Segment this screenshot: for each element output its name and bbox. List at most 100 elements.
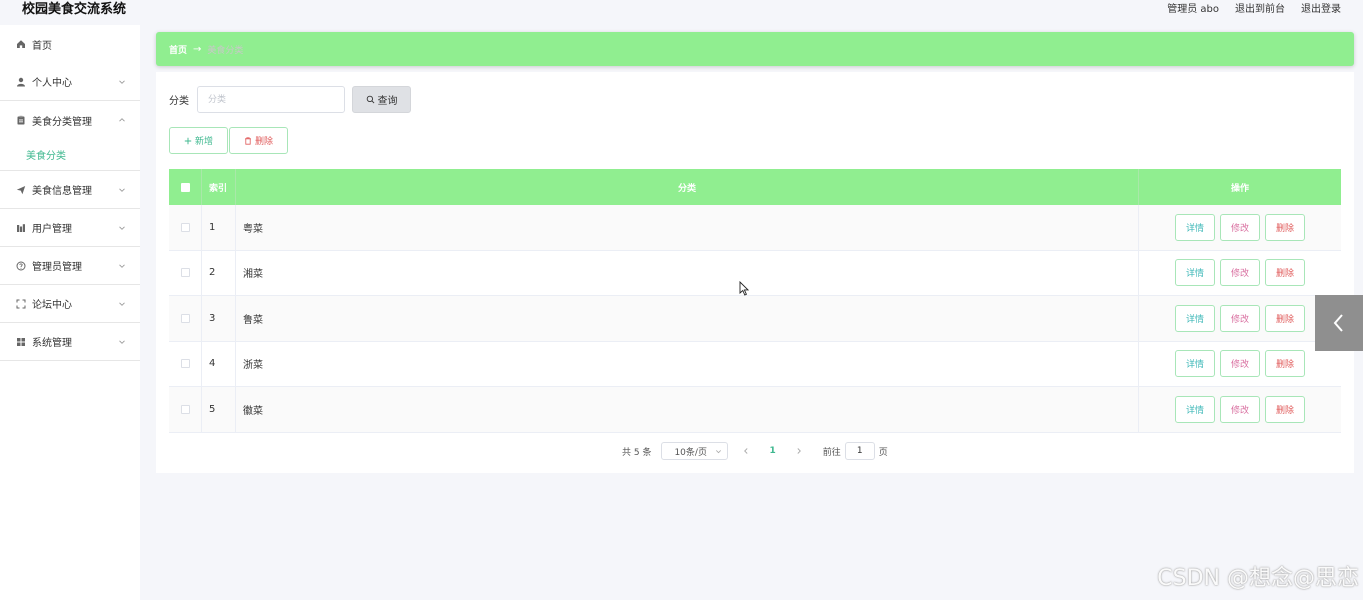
page-size-select[interactable]: 10条/页 [661,442,729,460]
query-button-label: 查询 [377,96,398,107]
pagination: 共 5 条 10条/页 1 前往 页 [622,442,888,460]
edit-button[interactable]: 修改 [1220,259,1260,287]
query-button[interactable]: 查询 [352,86,411,113]
sidebar-item-label: 个人中心 [32,78,72,89]
row-checkbox[interactable] [180,313,190,323]
sidebar-item-personal-center[interactable]: 个人中心 [0,63,140,101]
action-toolbar: 新增 删除 [169,127,288,154]
delete-button[interactable]: 删除 [1265,304,1305,332]
home-icon [16,39,26,49]
sidebar-subitem-food-category[interactable]: 美食分类 [0,139,140,171]
sidebar-item-system-mgmt[interactable]: 系统管理 [0,323,140,361]
sidebar-item-home[interactable]: 首页 [0,25,140,63]
chart-icon [16,223,26,233]
row-ops: 详情 修改 删除 [1139,205,1341,250]
page-size-value: 10条/页 [674,447,707,458]
chevron-left-icon [744,448,748,454]
prev-page-button[interactable] [742,447,750,455]
edit-button[interactable]: 修改 [1220,213,1260,241]
send-icon [16,185,26,195]
row-ops: 详情 修改 删除 [1139,342,1341,387]
goto-label: 前往 [822,447,841,458]
sidebar-item-label: 用户管理 [32,224,72,235]
app-title: 校园美食交流系统 [22,2,127,17]
search-icon [366,95,374,104]
delete-button[interactable]: 删除 [1265,213,1305,241]
chevron-down-icon [118,300,126,308]
arrow-right-icon: → [193,43,202,55]
sidebar-item-label: 系统管理 [32,338,72,349]
exit-to-front-link[interactable]: 退出到前台 [1235,0,1285,15]
row-check-cell [169,387,202,432]
chevron-down-icon [118,78,126,86]
next-page-button[interactable] [795,447,803,455]
table-row: 5 徽菜 详情 修改 删除 [169,387,1341,433]
table-row: 4 浙菜 详情 修改 删除 [169,341,1341,387]
delete-button[interactable]: 删除 [1265,350,1305,378]
row-index: 1 [202,205,236,250]
sidebar-item-user-mgmt[interactable]: 用户管理 [0,209,140,247]
sidebar-item-forum-center[interactable]: 论坛中心 [0,285,140,323]
search-form: 分类 查询 [169,86,411,113]
row-checkbox[interactable] [180,404,190,414]
row-category: 湘菜 [236,250,1139,295]
row-ops: 详情 修改 删除 [1139,251,1341,296]
sidebar-item-label: 美食信息管理 [32,186,92,197]
sidebar: 首页 个人中心 美食分类管理 美食分类 美食信息管理 用户管理 管理员管理 论坛… [0,25,140,600]
user-icon [16,77,26,87]
row-index: 5 [202,387,236,432]
table-row: 2 湘菜 详情 修改 删除 [169,250,1341,296]
search-input[interactable] [197,86,345,113]
edit-button[interactable]: 修改 [1220,304,1260,332]
edit-button[interactable]: 修改 [1220,350,1260,378]
mouse-pointer-icon [739,281,749,296]
chevron-up-icon [118,116,126,124]
add-button[interactable]: 新增 [169,127,228,154]
sidebar-item-food-category-mgmt[interactable]: 美食分类管理 [0,101,140,139]
logout-link[interactable]: 退出登录 [1301,0,1341,15]
row-check-cell [169,341,202,386]
category-table: 索引 分类 操作 1 粤菜 详情 修改 删除 2 湘菜 详情 修改 删除 3 鲁菜 详情 修改 删除 4 浙菜详… [169,169,1341,433]
row-index: 2 [202,250,236,295]
detail-button[interactable]: 详情 [1175,395,1215,423]
row-checkbox[interactable] [180,359,190,369]
row-checkbox[interactable] [180,268,190,278]
delete-button[interactable]: 删除 [1265,395,1305,423]
row-category: 粤菜 [236,205,1139,250]
detail-button[interactable]: 详情 [1175,259,1215,287]
select-all-checkbox[interactable] [180,182,190,192]
add-button-label: 新增 [194,137,213,147]
sidebar-item-label: 首页 [32,40,52,52]
chevron-down-icon [118,186,126,194]
expand-icon [16,299,26,309]
row-category: 徽菜 [236,387,1139,432]
admin-label: 管理员 abo [1167,4,1219,15]
sidebar-item-label: 论坛中心 [32,300,72,311]
sidebar-item-admin-mgmt[interactable]: 管理员管理 [0,247,140,285]
search-label: 分类 [169,96,189,107]
row-check-cell [169,205,202,250]
row-ops: 详情 修改 删除 [1139,296,1341,341]
sidebar-item-food-info-mgmt[interactable]: 美食信息管理 [0,171,140,209]
row-checkbox[interactable] [180,222,190,232]
chevron-right-icon [797,448,801,454]
batch-delete-button-label: 删除 [254,137,273,147]
edit-button[interactable]: 修改 [1220,395,1260,423]
goto-page-input[interactable] [844,442,875,460]
detail-button[interactable]: 详情 [1175,213,1215,241]
pager-total: 共 5 条 [622,447,652,458]
collapse-panel-button[interactable] [1315,295,1363,351]
clipboard-icon [16,115,26,125]
page-number-current[interactable]: 1 [769,446,775,456]
batch-delete-button[interactable]: 删除 [229,127,288,154]
header-category[interactable]: 分类 [236,169,1139,205]
delete-button[interactable]: 删除 [1265,259,1305,287]
top-header: 校园美食交流系统 管理员 abo 退出到前台 退出登录 [0,0,1363,17]
detail-button[interactable]: 详情 [1175,350,1215,378]
detail-button[interactable]: 详情 [1175,304,1215,332]
table-body: 1 粤菜 详情 修改 删除 2 湘菜 详情 修改 删除 3 鲁菜 详情 修改 删除 4 浙菜 详情 修改 删除 5 徽菜详… [169,205,1341,433]
trash-icon [244,136,252,145]
page-suffix: 页 [878,447,888,458]
breadcrumb-home-link[interactable]: 首页 [169,43,187,56]
help-circle-icon [16,261,26,271]
